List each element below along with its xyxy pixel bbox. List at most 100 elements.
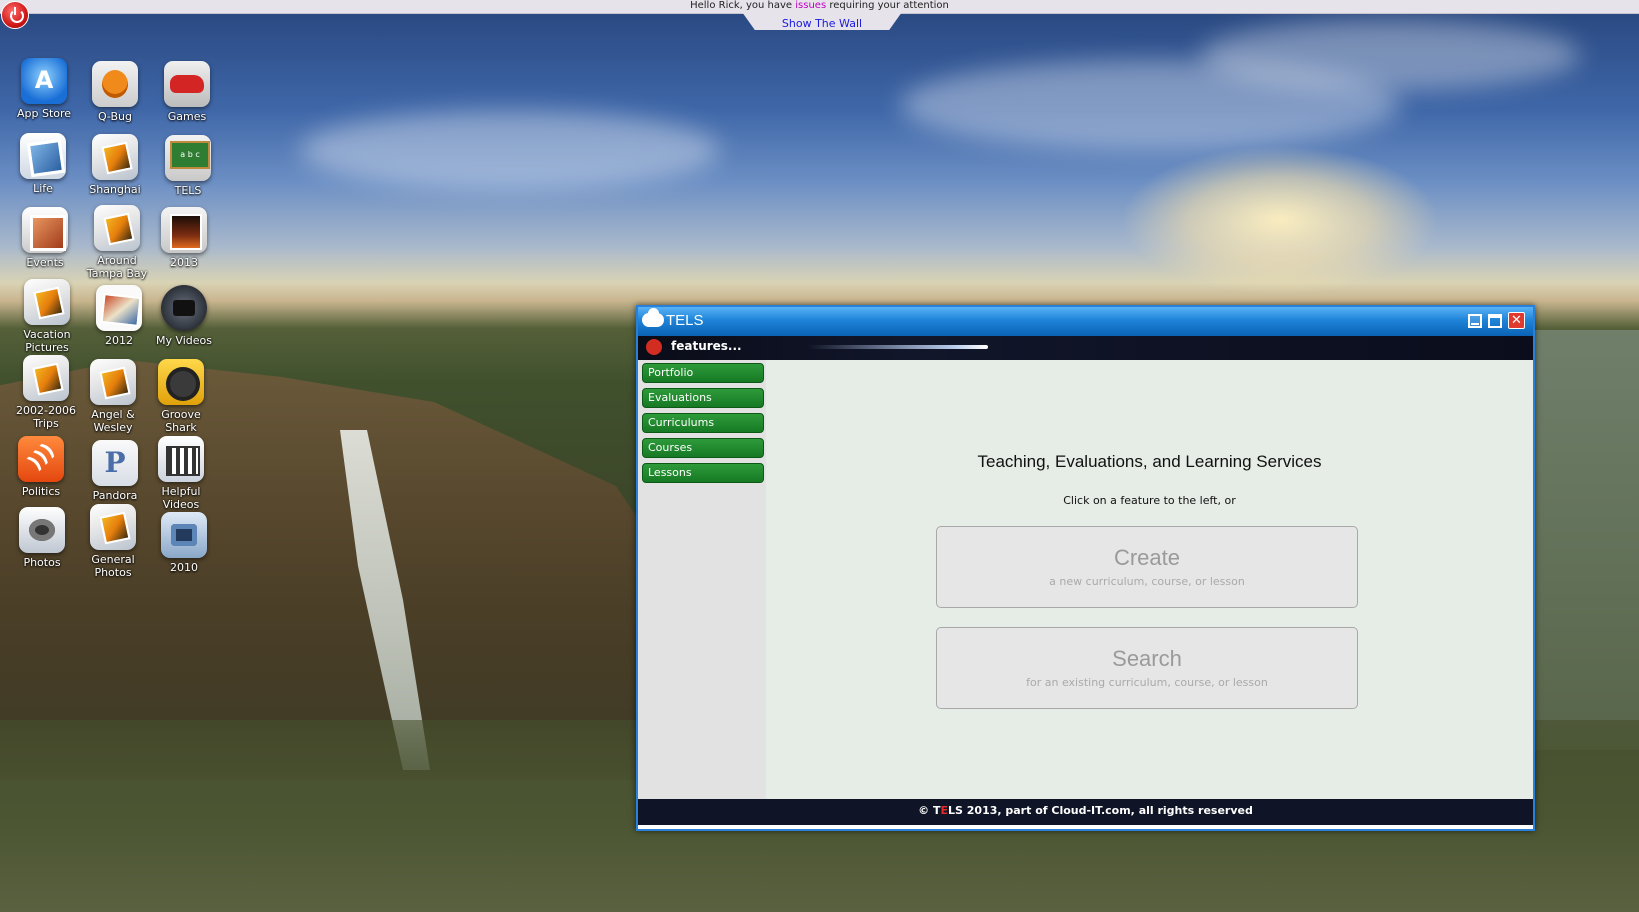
search-subtitle: for an existing curriculum, course, or l… <box>1026 676 1268 689</box>
footer-suffix: LS 2013, part of Cloud-IT.com, all right… <box>948 804 1253 817</box>
desktop-icon-games[interactable]: Games <box>150 61 224 123</box>
features-bar: features... <box>638 336 1533 360</box>
greeting-suffix: requiring your attention <box>826 0 949 11</box>
power-button-icon[interactable] <box>1 1 29 29</box>
clapperboard-icon <box>158 436 204 482</box>
photo-icon <box>23 355 69 401</box>
desktop-icon-2010[interactable]: 2010 <box>147 512 221 574</box>
desktop-icon-politics[interactable]: Politics <box>4 436 78 498</box>
footer-prefix: © T <box>918 804 941 817</box>
desktop-icon-label: General Photos <box>91 553 135 579</box>
photo-icon <box>96 285 142 331</box>
desktop-icon-q-bug[interactable]: Q-Bug <box>78 61 152 123</box>
search-title: Search <box>1112 646 1182 671</box>
maximize-button[interactable] <box>1488 314 1502 328</box>
desktop-icon-2002-2006-trips[interactable]: 2002-2006 Trips <box>9 355 83 430</box>
feature-sidebar: Portfolio Evaluations Curriculums Course… <box>638 360 766 799</box>
issues-link[interactable]: issues <box>795 0 826 11</box>
nav-portfolio[interactable]: Portfolio <box>642 363 764 383</box>
desktop-icon-general-photos[interactable]: General Photos <box>76 504 150 579</box>
show-wall-tab[interactable]: Show The Wall <box>742 12 902 30</box>
desktop-icon-label: Photos <box>23 556 61 569</box>
desktop-icon-vacation-pictures[interactable]: Vacation Pictures <box>10 279 84 354</box>
instruction-text: Click on a feature to the left, or <box>1063 494 1236 507</box>
comet-streak <box>808 345 988 349</box>
close-button[interactable]: ✕ <box>1508 312 1525 329</box>
desktop-icon-events[interactable]: Events <box>8 207 82 269</box>
main-content: Teaching, Evaluations, and Learning Serv… <box>766 360 1533 799</box>
desktop-icon-label: Life <box>33 182 53 195</box>
photo-icon <box>90 504 136 550</box>
desktop-icon-label: Groove Shark <box>161 408 201 434</box>
race-car-icon <box>164 61 210 107</box>
greeting-prefix: Hello Rick, you have <box>690 0 796 11</box>
desktop-icon-label: Q-Bug <box>97 110 133 123</box>
search-button[interactable]: Search for an existing curriculum, cours… <box>936 627 1358 709</box>
desktop-icon-around-tampa-bay[interactable]: Around Tampa Bay <box>80 205 154 280</box>
notification-bar: Hello Rick, you have issues requiring yo… <box>0 0 1639 14</box>
desktop-icon-angel-wesley[interactable]: Angel & Wesley <box>76 359 150 434</box>
features-label: features... <box>671 339 742 353</box>
desktop-icon-photos[interactable]: Photos <box>5 507 79 569</box>
show-wall-link[interactable]: Show The Wall <box>782 17 862 30</box>
window-titlebar[interactable]: TELS ✕ <box>638 307 1533 336</box>
desktop-icon-2013[interactable]: 2013 <box>147 207 221 269</box>
photo-icon <box>92 134 138 180</box>
desktop-icon-label: Politics <box>21 485 61 498</box>
desktop-icon-tels[interactable]: TELS <box>151 135 225 197</box>
desktop-icon-label: 2013 <box>170 256 198 269</box>
create-button[interactable]: Create a new curriculum, course, or less… <box>936 526 1358 608</box>
rss-icon <box>18 436 64 482</box>
desktop-icon-label: 2012 <box>105 334 133 347</box>
apple-logo-icon <box>646 339 662 355</box>
nav-courses[interactable]: Courses <box>642 438 764 458</box>
tels-window: TELS ✕ features... Portfolio Evaluations… <box>636 305 1535 831</box>
photo-icon <box>90 359 136 405</box>
headphones-icon <box>158 359 204 405</box>
ladybug-icon <box>92 61 138 107</box>
photo-icon <box>94 205 140 251</box>
chalkboard-icon <box>165 135 211 181</box>
photo-icon <box>22 207 68 253</box>
camera-icon <box>19 507 65 553</box>
nav-curriculums[interactable]: Curriculums <box>642 413 764 433</box>
video-camera-icon <box>161 285 207 331</box>
photo-icon <box>24 279 70 325</box>
nav-evaluations[interactable]: Evaluations <box>642 388 764 408</box>
desktop-icon-my-videos[interactable]: My Videos <box>147 285 221 347</box>
create-subtitle: a new curriculum, course, or lesson <box>1049 575 1245 588</box>
camera-icon <box>161 512 207 558</box>
photo-icon <box>161 207 207 253</box>
desktop-icon-groove-shark[interactable]: Groove Shark <box>144 359 218 434</box>
desktop-icon-label: Around Tampa Bay <box>86 254 148 280</box>
desktop-icon-label: Pandora <box>92 489 138 502</box>
desktop-icon-label: Angel & Wesley <box>91 408 135 434</box>
desktop-icon-label: Events <box>26 256 64 269</box>
desktop-icon-label: Vacation Pictures <box>23 328 71 354</box>
desktop-icon-label: TELS <box>174 184 202 197</box>
app-store-icon <box>21 58 67 104</box>
desktop-icon-2012[interactable]: 2012 <box>82 285 156 347</box>
desktop-icon-helpful-videos[interactable]: Helpful Videos <box>144 436 218 511</box>
desktop-icon-label: Games <box>167 110 207 123</box>
sunset-glow <box>1120 145 1440 295</box>
desktop-icon-label: 2010 <box>170 561 198 574</box>
close-icon: ✕ <box>1511 313 1522 328</box>
minimize-button[interactable] <box>1468 314 1482 328</box>
desktop-icon-label: 2002-2006 Trips <box>16 404 76 430</box>
photo-icon <box>20 133 66 179</box>
pandora-icon <box>92 440 138 486</box>
page-title: Teaching, Evaluations, and Learning Serv… <box>977 452 1322 471</box>
nav-lessons[interactable]: Lessons <box>642 463 764 483</box>
desktop-icon-label: Helpful Videos <box>161 485 201 511</box>
desktop-icon-label: Shanghai <box>89 183 141 196</box>
window-footer: © TELS 2013, part of Cloud-IT.com, all r… <box>638 799 1533 825</box>
desktop-icon-app-store[interactable]: App Store <box>7 58 81 120</box>
cloud-icon <box>642 308 664 327</box>
greeting-message: Hello Rick, you have issues requiring yo… <box>0 0 1639 12</box>
desktop-icon-life[interactable]: Life <box>6 133 80 195</box>
desktop-icon-pandora[interactable]: Pandora <box>78 440 152 502</box>
footer-red-letter: E <box>940 804 948 817</box>
cloud <box>1200 20 1580 90</box>
desktop-icon-shanghai[interactable]: Shanghai <box>78 134 152 196</box>
